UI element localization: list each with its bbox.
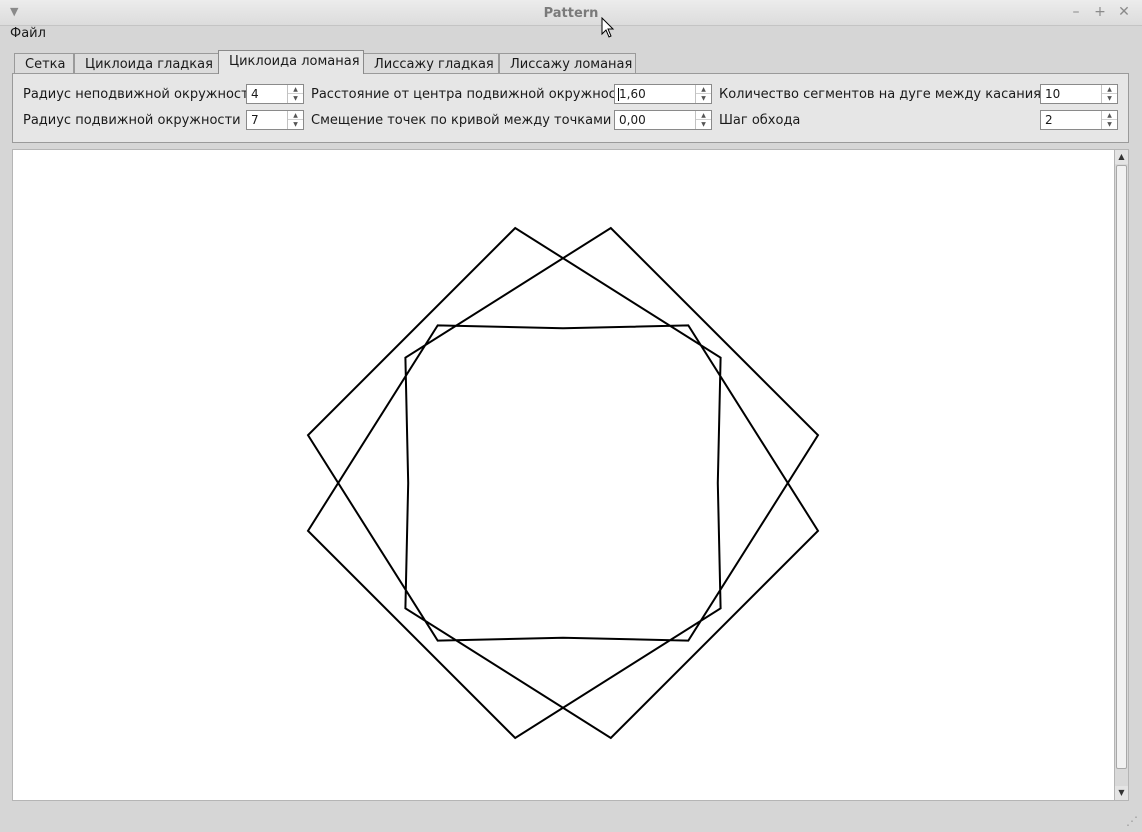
offset-label: Смещение точек по кривой между точками <box>311 113 612 128</box>
spin-up-icon[interactable]: ▲ <box>1102 85 1117 94</box>
spin-up-icon[interactable]: ▲ <box>696 111 711 120</box>
pattern-drawing <box>306 226 820 740</box>
moving-radius-value[interactable]: 7 <box>251 113 259 127</box>
drawing-canvas[interactable] <box>12 149 1115 801</box>
step-label: Шаг обхода <box>719 113 801 128</box>
spin-down-icon[interactable]: ▼ <box>288 94 303 103</box>
scroll-down-icon[interactable]: ▼ <box>1115 786 1128 800</box>
spin-up-icon[interactable]: ▲ <box>1102 111 1117 120</box>
maximize-icon[interactable]: + <box>1092 4 1108 20</box>
spin-down-icon[interactable]: ▼ <box>696 94 711 103</box>
step-value[interactable]: 2 <box>1045 113 1053 127</box>
window-title: Pattern <box>543 6 599 21</box>
tab-cycloid-smooth[interactable]: Циклоида гладкая <box>74 53 220 74</box>
spin-up-icon[interactable]: ▲ <box>696 85 711 94</box>
segments-spinbox[interactable]: 10 ▲ ▼ <box>1040 84 1118 104</box>
mouse-cursor-icon <box>601 17 615 38</box>
parameters-panel: Радиус неподвижной окружности 4 ▲ ▼ Радиу… <box>12 73 1129 143</box>
tab-lissajous-polyline[interactable]: Лиссажу ломаная <box>499 53 636 74</box>
tab-grid[interactable]: Сетка <box>14 53 74 74</box>
spin-up-icon[interactable]: ▲ <box>288 85 303 94</box>
fixed-radius-value[interactable]: 4 <box>251 87 259 101</box>
fixed-radius-spinbox[interactable]: 4 ▲ ▼ <box>246 84 304 104</box>
resize-grip-icon[interactable]: ⋰ <box>1126 814 1138 828</box>
moving-radius-spinbox[interactable]: 7 ▲ ▼ <box>246 110 304 130</box>
spin-up-icon[interactable]: ▲ <box>288 111 303 120</box>
offset-value[interactable]: 0,00 <box>619 113 646 127</box>
segments-value[interactable]: 10 <box>1045 87 1060 101</box>
minimize-icon[interactable]: – <box>1068 4 1084 20</box>
scroll-up-icon[interactable]: ▲ <box>1115 150 1128 164</box>
distance-value[interactable]: 1,60 <box>619 87 646 101</box>
spin-down-icon[interactable]: ▼ <box>1102 120 1117 129</box>
status-bar: ⋰ <box>0 806 1142 832</box>
distance-spinbox[interactable]: 1,60 ▲ ▼ <box>614 84 712 104</box>
scrollbar-thumb[interactable] <box>1116 165 1127 769</box>
tab-cycloid-polyline[interactable]: Циклоида ломаная <box>218 50 364 74</box>
pattern-polyline <box>306 226 820 740</box>
offset-spinbox[interactable]: 0,00 ▲ ▼ <box>614 110 712 130</box>
fixed-radius-label: Радиус неподвижной окружности <box>23 87 258 102</box>
distance-label: Расстояние от центра подвижной окружност… <box>311 87 632 102</box>
tab-lissajous-smooth[interactable]: Лиссажу гладкая <box>363 53 499 74</box>
title-bar: ▼ Pattern – + ✕ <box>0 0 1142 26</box>
menu-bar: Файл <box>0 26 1142 46</box>
close-icon[interactable]: ✕ <box>1116 4 1132 20</box>
menu-file[interactable]: Файл <box>10 26 46 41</box>
spin-down-icon[interactable]: ▼ <box>288 120 303 129</box>
spin-down-icon[interactable]: ▼ <box>696 120 711 129</box>
moving-radius-label: Радиус подвижной окружности <box>23 113 241 128</box>
step-spinbox[interactable]: 2 ▲ ▼ <box>1040 110 1118 130</box>
segments-label: Количество сегментов на дуге между касан… <box>719 87 1060 102</box>
spin-down-icon[interactable]: ▼ <box>1102 94 1117 103</box>
vertical-scrollbar[interactable]: ▲ ▼ <box>1114 149 1129 801</box>
